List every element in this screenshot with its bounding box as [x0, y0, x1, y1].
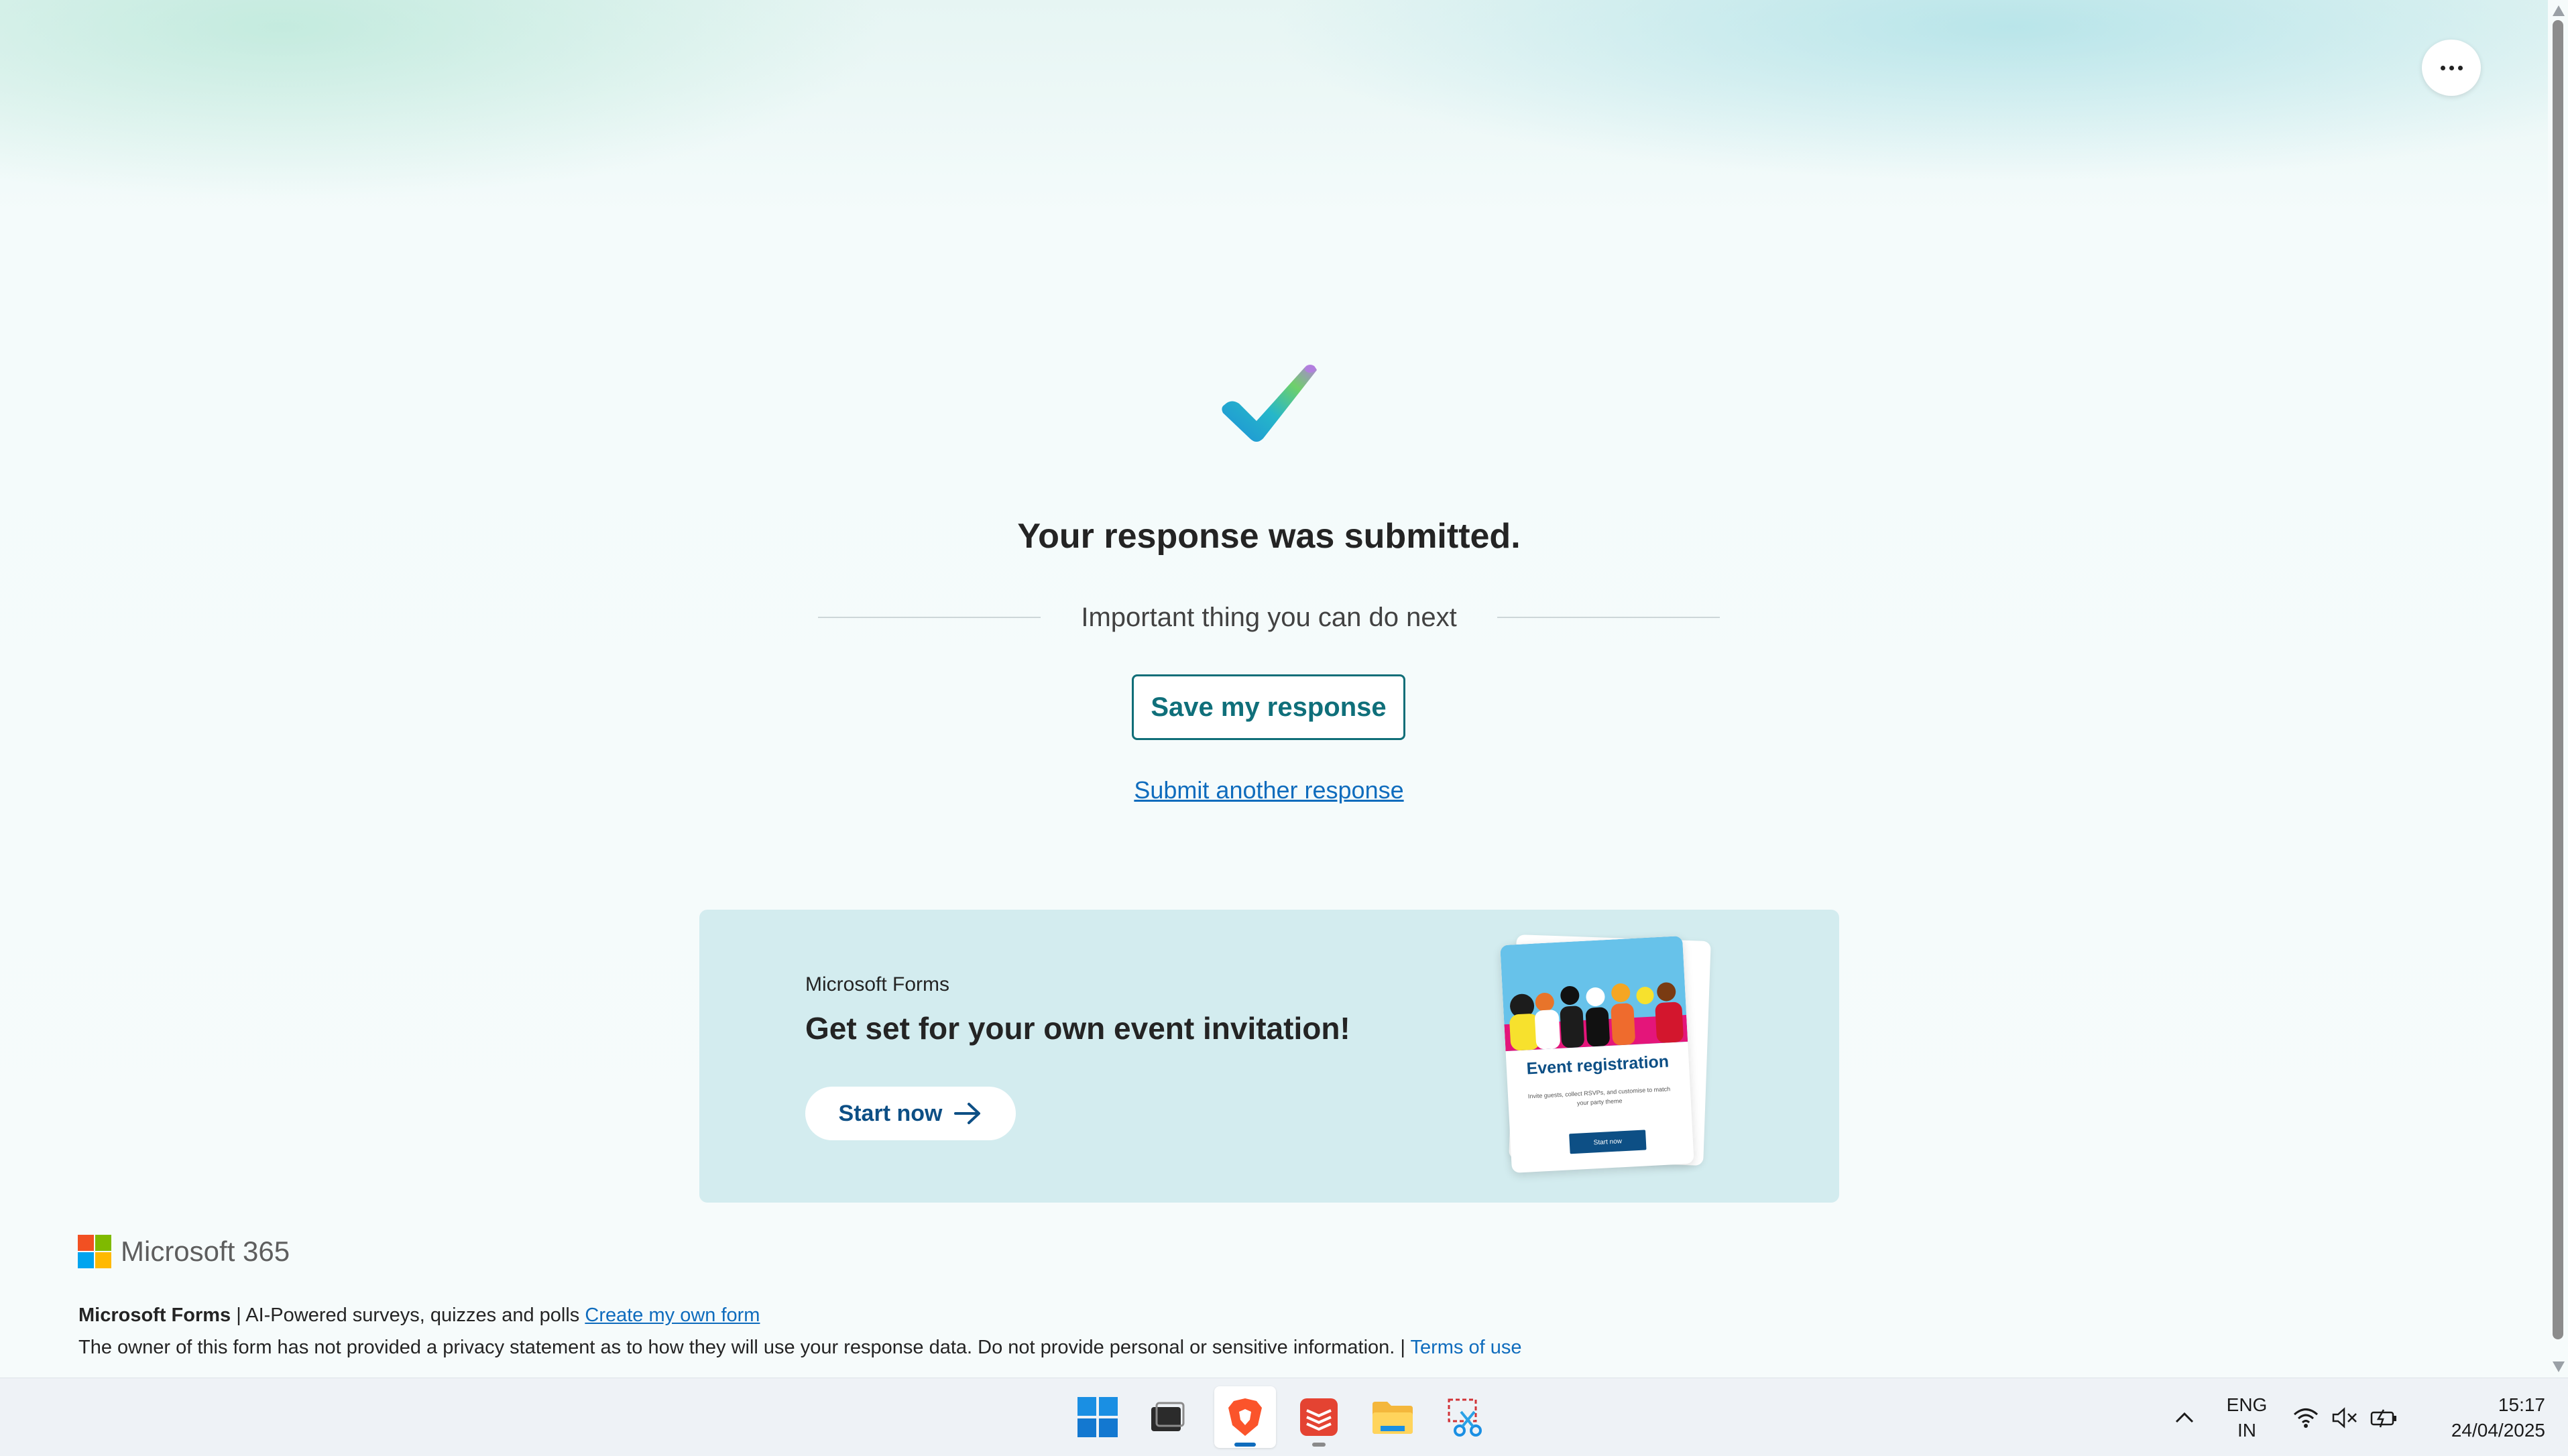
- next-steps-divider: Important thing you can do next: [818, 598, 1720, 637]
- clock-date: 24/04/2025: [2451, 1419, 2545, 1441]
- microsoft-365-label: Microsoft 365: [121, 1235, 290, 1267]
- show-hidden-icons-button[interactable]: [2166, 1378, 2203, 1456]
- footer-forms-line: Microsoft Forms | AI-Powered surveys, qu…: [78, 1305, 760, 1327]
- language-line1: ENG: [2226, 1394, 2268, 1415]
- volume-muted-icon: [2332, 1406, 2357, 1429]
- wifi-icon: [2294, 1408, 2318, 1428]
- divider-line-right: [1497, 617, 1720, 618]
- card-start-button: Start now: [1569, 1130, 1647, 1154]
- todoist-icon: [1300, 1398, 1338, 1436]
- clock-time: 15:17: [2498, 1394, 2545, 1415]
- clock-text: 15:17 24/04/2025: [2423, 1392, 2545, 1443]
- event-illustration: [1500, 936, 1688, 1052]
- promo-card: Microsoft Forms Get set for your own eve…: [699, 910, 1839, 1203]
- scrollbar-thumb[interactable]: [2553, 20, 2563, 1339]
- terms-of-use-link[interactable]: Terms of use: [1410, 1337, 1521, 1358]
- divider-line-left: [818, 617, 1041, 618]
- start-now-button[interactable]: Start now: [805, 1087, 1016, 1140]
- battery-charging-icon: [2370, 1408, 2396, 1427]
- brave-browser-button[interactable]: [1214, 1386, 1276, 1448]
- create-own-form-link[interactable]: Create my own form: [585, 1305, 760, 1326]
- forms-page: Your response was submitted. Important t…: [0, 0, 2548, 1378]
- submission-title: Your response was submitted.: [1017, 517, 1521, 556]
- active-app-indicator: [1234, 1443, 1256, 1447]
- task-view-button[interactable]: [1137, 1386, 1199, 1448]
- windows-start-icon: [1077, 1397, 1118, 1437]
- taskbar: ENG IN 15:17 24/04/2025: [0, 1378, 2568, 1456]
- open-app-indicator: [1312, 1443, 1326, 1447]
- quick-settings-button[interactable]: [2292, 1378, 2399, 1456]
- next-steps-label: Important thing you can do next: [1081, 602, 1457, 632]
- todoist-button[interactable]: [1288, 1386, 1350, 1448]
- arrow-right-icon: [954, 1103, 981, 1124]
- privacy-notice: The owner of this form has not provided …: [78, 1337, 1411, 1358]
- forms-name: Microsoft Forms: [78, 1305, 231, 1326]
- task-view-icon: [1151, 1402, 1185, 1431]
- snipping-tool-icon: [1448, 1398, 1482, 1437]
- forms-tagline: | AI-Powered surveys, quizzes and polls: [231, 1305, 585, 1326]
- language-indicator[interactable]: ENG IN: [2217, 1378, 2277, 1456]
- more-options-icon: [2440, 65, 2463, 70]
- card-subtitle: Invite guests, collect RSVPs, and custom…: [1527, 1085, 1671, 1107]
- snipping-tool-button[interactable]: [1436, 1386, 1497, 1448]
- start-button[interactable]: [1067, 1386, 1128, 1448]
- footer-privacy-line: The owner of this form has not provided …: [78, 1337, 1521, 1359]
- start-now-label: Start now: [838, 1100, 943, 1126]
- checkmark-icon: [1222, 365, 1317, 442]
- submit-another-response-link[interactable]: Submit another response: [0, 776, 2538, 804]
- promo-headline: Get set for your own event invitation!: [805, 1011, 1350, 1046]
- file-explorer-button[interactable]: [1362, 1386, 1423, 1448]
- scroll-down-arrow-icon[interactable]: [2553, 1361, 2565, 1372]
- brave-browser-icon: [1228, 1398, 1262, 1436]
- more-options-button[interactable]: [2422, 40, 2481, 96]
- vertical-scrollbar[interactable]: [2548, 0, 2568, 1378]
- promo-brand: Microsoft Forms: [805, 973, 950, 995]
- scroll-up-arrow-icon[interactable]: [2553, 5, 2565, 16]
- clock[interactable]: 15:17 24/04/2025: [2423, 1378, 2545, 1456]
- card-title: Event registration: [1525, 1052, 1670, 1079]
- event-registration-card: Event registration Invite guests, collec…: [1500, 936, 1694, 1173]
- chevron-up-icon: [2175, 1412, 2194, 1422]
- microsoft-365-logo: Microsoft 365: [78, 1235, 290, 1268]
- language-text: ENG IN: [2227, 1392, 2268, 1443]
- language-line2: IN: [2237, 1419, 2256, 1441]
- microsoft-logo-icon: [78, 1235, 111, 1268]
- file-explorer-icon: [1373, 1402, 1413, 1434]
- save-response-button[interactable]: Save my response: [1132, 674, 1405, 740]
